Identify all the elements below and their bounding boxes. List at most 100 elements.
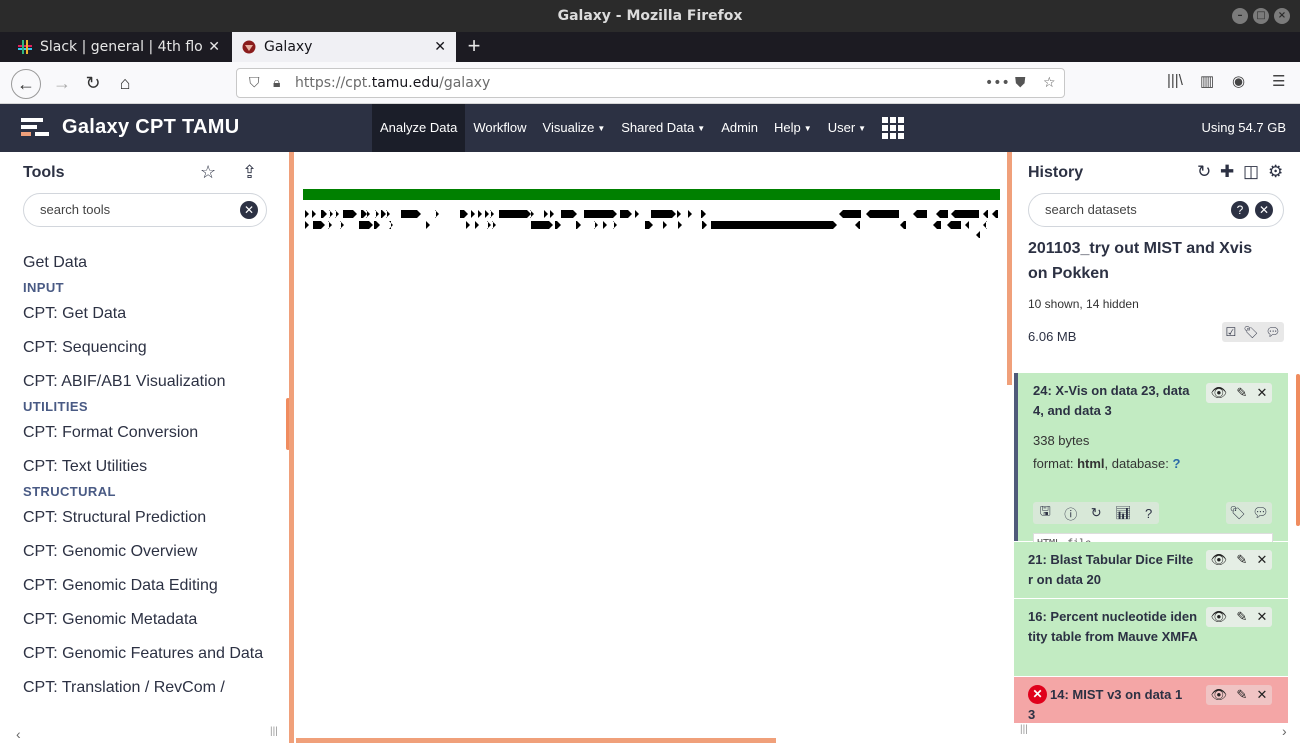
collapse-right-icon[interactable]: › <box>1282 723 1287 739</box>
gene-feature[interactable] <box>965 221 969 229</box>
resize-handle-icon[interactable]: ||| <box>270 726 278 737</box>
menu-workflow[interactable]: Workflow <box>465 104 534 152</box>
delete-icon[interactable]: ✕ <box>1256 687 1267 703</box>
reload-button[interactable]: ↻ <box>78 69 108 99</box>
sidebar-icon[interactable]: ▥ <box>1200 72 1214 90</box>
forward-button[interactable]: → <box>47 69 77 99</box>
eye-icon[interactable]: 👁︎ <box>1211 385 1228 401</box>
gene-feature[interactable] <box>485 210 489 218</box>
gene-feature[interactable] <box>492 221 496 229</box>
gene-feature[interactable] <box>992 210 998 218</box>
url-bar[interactable]: ⛉ 🔒︎ https://cpt.tamu.edu/galaxy ••• ⛊ ☆ <box>236 68 1065 98</box>
gene-feature[interactable] <box>375 210 379 218</box>
gene-feature[interactable] <box>499 210 531 218</box>
gene-feature[interactable] <box>663 221 667 229</box>
brand-title[interactable]: Galaxy CPT TAMU <box>62 116 240 139</box>
tool-item[interactable]: CPT: Genomic Overview <box>23 539 273 564</box>
gene-feature[interactable] <box>594 221 598 229</box>
tool-item[interactable]: CPT: Genomic Data Editing <box>23 573 273 598</box>
gene-feature[interactable] <box>936 210 948 218</box>
menu-shared-data[interactable]: Shared Data ▼ <box>613 104 713 152</box>
apps-grid-icon[interactable] <box>882 117 905 139</box>
gear-icon[interactable]: ⚙ <box>1268 162 1283 182</box>
tool-item[interactable]: Get Data <box>23 250 273 275</box>
gene-feature[interactable] <box>702 221 707 229</box>
gene-feature[interactable] <box>305 210 309 218</box>
gene-feature[interactable] <box>561 210 577 218</box>
gene-feature[interactable] <box>343 210 357 218</box>
hamburger-menu-icon[interactable]: ☰ <box>1272 72 1285 90</box>
tab-galaxy[interactable]: Galaxy ✕ <box>232 32 456 62</box>
menu-analyze-data[interactable]: Analyze Data <box>372 104 466 152</box>
gene-feature[interactable] <box>401 210 421 218</box>
pencil-icon[interactable]: ✎ <box>1236 552 1247 568</box>
pencil-icon[interactable]: ✎ <box>1236 687 1247 703</box>
new-tab-button[interactable]: + <box>462 32 486 62</box>
delete-icon[interactable]: ✕ <box>1256 385 1267 401</box>
back-button[interactable]: ← <box>11 69 41 99</box>
tool-item[interactable]: CPT: Genomic Features and Data <box>23 641 273 666</box>
favorites-star-icon[interactable]: ☆ <box>200 162 216 183</box>
gene-feature[interactable] <box>361 210 367 218</box>
menu-admin[interactable]: Admin <box>713 104 766 152</box>
tool-item[interactable]: CPT: Get Data <box>23 301 273 326</box>
right-splitter[interactable] <box>1007 152 1012 385</box>
gene-feature[interactable] <box>603 221 607 229</box>
pencil-icon[interactable]: ✎ <box>1236 385 1247 401</box>
delete-icon[interactable]: ✕ <box>1256 609 1267 625</box>
gene-feature[interactable] <box>913 210 927 218</box>
gene-feature[interactable] <box>471 210 475 218</box>
menu-visualize[interactable]: Visualize ▼ <box>535 104 614 152</box>
gene-feature[interactable] <box>645 221 653 229</box>
dataset-item[interactable]: ✕ 14: MIST v3 on data 13 👁︎ ✎ ✕ <box>1014 677 1288 723</box>
left-splitter[interactable] <box>289 152 294 743</box>
gene-feature[interactable] <box>312 210 316 218</box>
gene-feature[interactable] <box>947 221 961 229</box>
eye-icon[interactable]: 👁︎ <box>1211 687 1228 703</box>
gene-feature[interactable] <box>951 210 979 218</box>
gene-feature[interactable] <box>329 210 333 218</box>
annotation-icon[interactable]: 💬︎ <box>1265 325 1280 339</box>
tool-item[interactable]: CPT: Format Conversion <box>23 420 273 445</box>
dataset-title[interactable]: 16: Percent nucleotide identity table fr… <box>1028 607 1198 647</box>
tool-item[interactable]: CPT: Text Utilities <box>23 454 273 479</box>
pencil-icon[interactable]: ✎ <box>1236 609 1247 625</box>
tool-search-input[interactable]: search tools ✕ <box>23 193 267 227</box>
visualize-icon[interactable]: 📊︎ <box>1115 505 1132 521</box>
help-icon[interactable]: ? <box>1145 506 1152 521</box>
history-name[interactable]: 201103_try out MIST and Xvis on Pokken <box>1028 236 1258 286</box>
gene-feature[interactable] <box>900 221 906 229</box>
gene-feature[interactable] <box>688 210 692 218</box>
gene-feature[interactable] <box>866 210 899 218</box>
gene-feature[interactable] <box>576 221 581 229</box>
tool-item[interactable]: CPT: Structural Prediction <box>23 505 273 530</box>
upload-icon[interactable]: ⇪ <box>242 162 257 183</box>
history-scrollbar[interactable] <box>1296 374 1300 526</box>
history-shown-hidden[interactable]: 10 shown, 14 hidden <box>1028 297 1139 311</box>
gene-feature[interactable] <box>328 221 332 229</box>
gene-feature[interactable] <box>475 221 479 229</box>
gene-feature[interactable] <box>490 210 494 218</box>
close-tab-icon[interactable]: ✕ <box>208 39 220 55</box>
resize-handle-icon[interactable]: ||| <box>1020 724 1028 735</box>
dataset-search-input[interactable]: search datasets ? ✕ <box>1028 193 1284 227</box>
gene-feature[interactable] <box>855 221 860 229</box>
gene-feature[interactable] <box>466 221 470 229</box>
gene-feature[interactable] <box>313 221 325 229</box>
tool-item[interactable]: CPT: Translation / RevCom / <box>23 675 273 700</box>
minimize-icon[interactable]: – <box>1232 8 1248 24</box>
galaxy-logo-icon[interactable] <box>21 116 49 140</box>
gene-feature[interactable] <box>933 221 941 229</box>
menu-user[interactable]: User ▼ <box>820 104 874 152</box>
account-icon[interactable]: ◉ <box>1232 72 1245 90</box>
tags-icon[interactable]: 🏷︎ <box>1229 505 1246 521</box>
clear-search-icon[interactable]: ✕ <box>1255 201 1273 219</box>
gene-feature[interactable] <box>460 210 468 218</box>
gene-feature[interactable] <box>544 210 548 218</box>
library-icon[interactable]: |||\ <box>1167 72 1183 89</box>
maximize-icon[interactable]: □ <box>1253 8 1269 24</box>
gene-feature[interactable] <box>426 221 430 229</box>
gene-feature[interactable] <box>340 221 344 229</box>
gene-feature[interactable] <box>478 210 482 218</box>
download-icon[interactable]: 🖫 <box>1040 502 1051 524</box>
